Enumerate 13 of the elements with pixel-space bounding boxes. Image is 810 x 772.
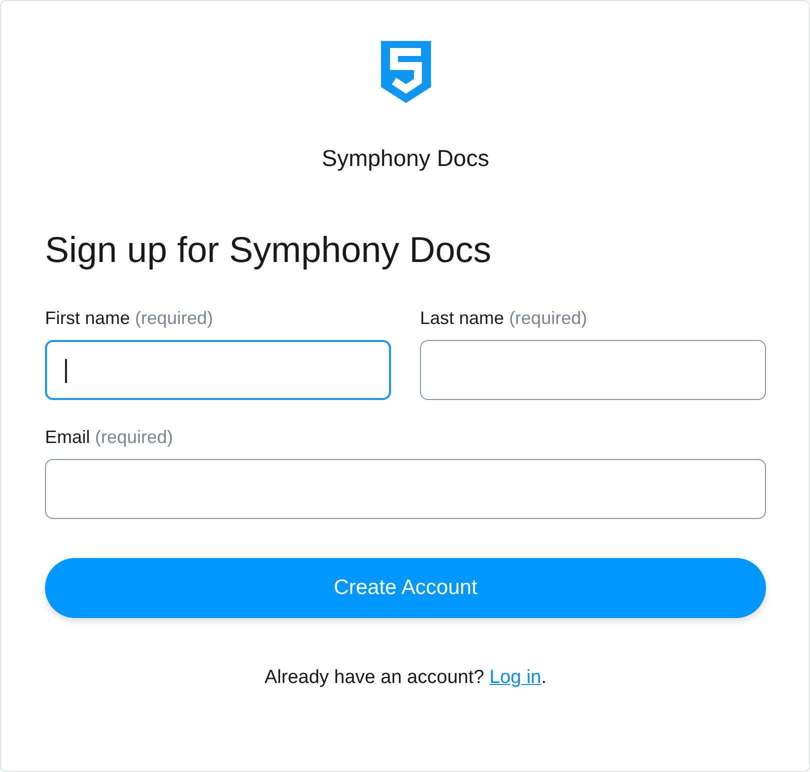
- field-label: First name (required): [45, 306, 214, 330]
- input-field[interactable]: [420, 340, 766, 400]
- text-cursor: [65, 358, 67, 383]
- login-prompt: Already have an account? Log in.: [264, 666, 547, 688]
- brand-name: Symphony Docs: [322, 144, 490, 173]
- field-label: Last name (required): [420, 306, 588, 330]
- field-label: Email (required): [45, 426, 174, 449]
- login-link[interactable]: Log in: [489, 666, 542, 688]
- create-account-button[interactable]: Create Account: [45, 558, 766, 618]
- page-heading: Sign up for Symphony Docs: [45, 228, 492, 271]
- logo-icon: [380, 41, 430, 103]
- input-field[interactable]: [45, 458, 766, 519]
- input-field[interactable]: [45, 340, 391, 400]
